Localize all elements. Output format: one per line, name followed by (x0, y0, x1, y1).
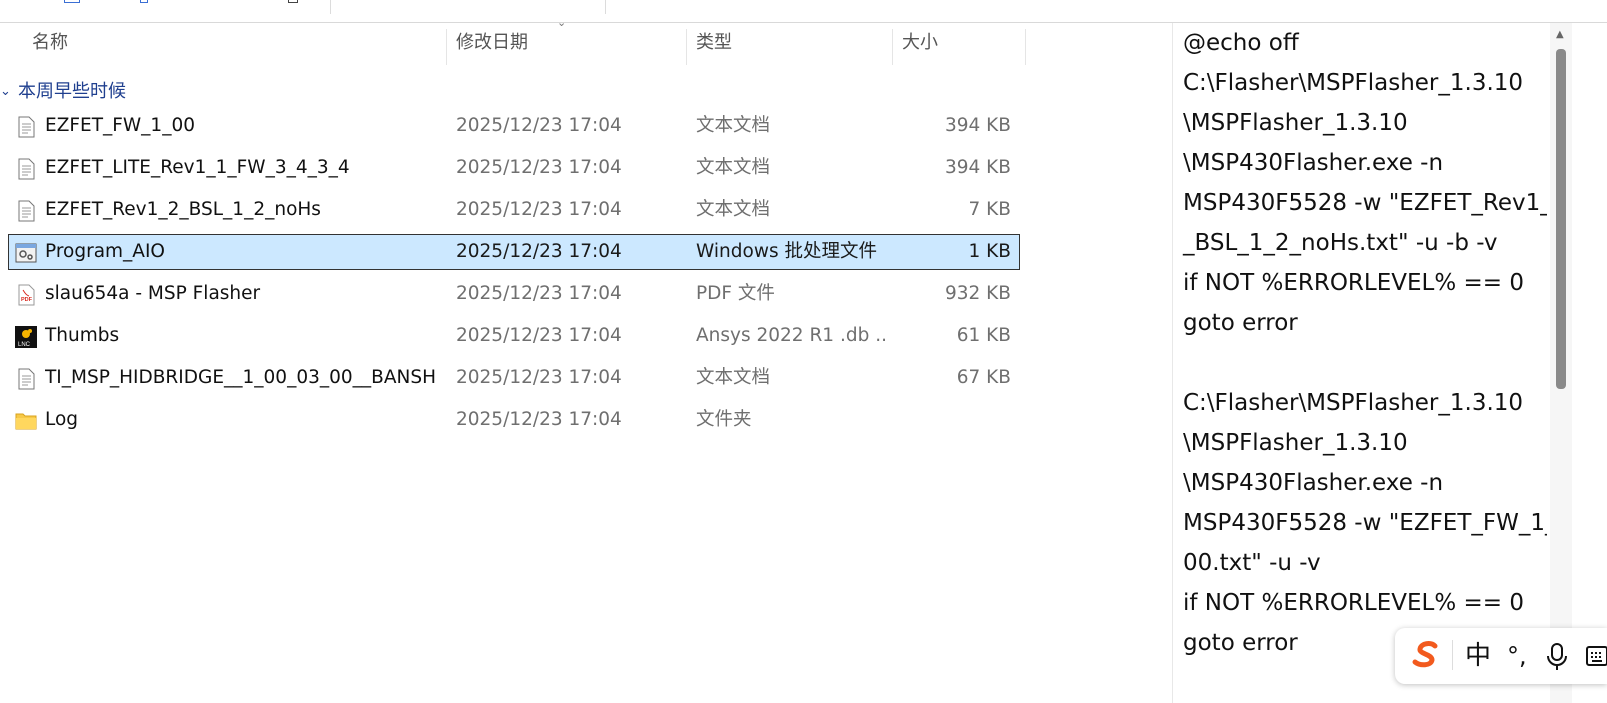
file-row-selected[interactable]: Program_AIO 2025/12/23 17:04 Windows 批处理… (8, 234, 1020, 270)
punctuation-toggle[interactable]: °, (1507, 640, 1527, 672)
preview-line: goto error (1183, 310, 1298, 336)
batch-file-icon (15, 243, 37, 263)
file-name: slau654a - MSP Flasher (45, 283, 261, 304)
ime-divider (1452, 640, 1453, 670)
file-type: Windows 批处理文件 (696, 241, 877, 262)
preview-pane[interactable]: @echo off C:\Flasher\MSPFlasher_1.3.10 \… (1172, 23, 1547, 703)
toolbar-icon-fragment[interactable] (288, 0, 298, 3)
column-divider[interactable] (1025, 29, 1026, 65)
text-file-icon (18, 158, 35, 180)
preview-line: C:\Flasher\MSPFlasher_1.3.10 (1183, 70, 1524, 96)
file-name: EZFET_LITE_Rev1_1_FW_3_4_3_4 (45, 157, 350, 178)
file-row[interactable]: TI_MSP_HIDBRIDGE__1_00_03_00__BANSHE... … (8, 360, 1020, 396)
file-type: 文本文档 (696, 367, 771, 388)
toolbar-icon-fragment[interactable] (64, 0, 80, 3)
toolbar-icon-fragment[interactable] (140, 0, 148, 3)
toolbar-strip (0, 0, 1607, 23)
keyboard-icon[interactable] (1585, 644, 1607, 668)
preview-line: \MSPFlasher_1.3.10 (1183, 110, 1408, 136)
preview-line: if NOT %ERRORLEVEL% == 0 (1183, 590, 1524, 616)
folder-icon (15, 413, 37, 430)
column-header-name[interactable]: 名称 (22, 23, 446, 63)
file-date: 2025/12/23 17:04 (456, 367, 622, 388)
file-size: 1 KB (968, 241, 1011, 262)
preview-line: C:\Flasher\MSPFlasher_1.3.10 (1183, 390, 1524, 416)
preview-line: goto error (1183, 630, 1298, 656)
file-date: 2025/12/23 17:04 (456, 241, 622, 262)
file-size: 932 KB (944, 283, 1011, 304)
file-type: PDF 文件 (696, 283, 775, 304)
svg-text:PDF: PDF (21, 297, 33, 303)
file-date: 2025/12/23 17:04 (456, 199, 622, 220)
file-name: Log (45, 409, 79, 430)
file-date: 2025/12/23 17:04 (456, 157, 622, 178)
preview-line: MSP430F5528 -w "EZFET_Rev1_2 (1183, 190, 1547, 216)
file-type: Ansys 2022 R1 .db ... (696, 325, 886, 346)
file-row[interactable]: EZFET_Rev1_2_BSL_1_2_noHs 2025/12/23 17:… (8, 192, 1020, 228)
input-mode-toggle[interactable]: 中 (1465, 640, 1491, 672)
file-list: 名称 修改日期 类型 大小 ⌄ 本周早些时候 EZFET_FW_1_00 202… (0, 23, 1160, 703)
preview-line: \MSP430Flasher.exe -n (1183, 470, 1444, 496)
file-row[interactable]: Log 2025/12/23 17:04 文件夹 (8, 402, 1020, 438)
toolbar-divider (605, 0, 606, 14)
text-file-icon (18, 368, 35, 390)
file-row[interactable]: EZFET_LITE_Rev1_1_FW_3_4_3_4 2025/12/23 … (8, 150, 1020, 186)
file-row[interactable]: PDF slau654a - MSP Flasher 2025/12/23 17… (8, 276, 1020, 312)
preview-line: if NOT %ERRORLEVEL% == 0 (1183, 270, 1524, 296)
chevron-down-icon[interactable]: ⌄ (0, 77, 16, 107)
preview-line: \MSP430Flasher.exe -n (1183, 150, 1444, 176)
file-row[interactable]: LNC Thumbs 2025/12/23 17:04 Ansys 2022 R… (8, 318, 1020, 354)
ansys-db-icon: LNC (15, 326, 37, 348)
file-size: 394 KB (944, 157, 1011, 178)
file-date: 2025/12/23 17:04 (456, 325, 622, 346)
file-type: 文本文档 (696, 199, 771, 220)
text-file-icon (18, 116, 35, 138)
sogou-logo-icon[interactable] (1409, 638, 1443, 672)
column-header-size[interactable]: 大小 (892, 23, 1022, 63)
microphone-icon[interactable] (1545, 642, 1569, 672)
file-date: 2025/12/23 17:04 (456, 409, 622, 430)
file-name: Thumbs (45, 325, 120, 346)
file-type: 文件夹 (696, 409, 752, 430)
file-size: 67 KB (956, 367, 1011, 388)
file-name: Program_AIO (45, 241, 165, 262)
file-name: EZFET_FW_1_00 (45, 115, 195, 136)
column-header-type[interactable]: 类型 (686, 23, 892, 63)
file-name: EZFET_Rev1_2_BSL_1_2_noHs (45, 199, 321, 220)
file-type: 文本文档 (696, 157, 771, 178)
preview-line: @echo off (1183, 30, 1299, 56)
preview-line: \MSPFlasher_1.3.10 (1183, 430, 1408, 456)
pdf-file-icon: PDF (18, 284, 35, 306)
toolbar-divider (330, 0, 331, 14)
text-file-icon (18, 200, 35, 222)
scrollbar-thumb[interactable] (1556, 49, 1566, 389)
file-date: 2025/12/23 17:04 (456, 115, 622, 136)
preview-line: _BSL_1_2_noHs.txt" -u -b -v (1183, 230, 1498, 256)
scroll-up-icon[interactable]: ▲ (1556, 29, 1564, 40)
file-date: 2025/12/23 17:04 (456, 283, 622, 304)
file-row[interactable]: EZFET_FW_1_00 2025/12/23 17:04 文本文档 394 … (8, 108, 1020, 144)
column-header-date[interactable]: 修改日期 (446, 23, 686, 63)
file-size: 61 KB (956, 325, 1011, 346)
svg-text:LNC: LNC (18, 342, 31, 348)
preview-scrollbar[interactable]: ▲ (1550, 23, 1572, 703)
file-name: TI_MSP_HIDBRIDGE__1_00_03_00__BANSHE... (45, 367, 435, 388)
preview-line: 00.txt" -u -v (1183, 550, 1321, 576)
group-label: 本周早些时候 (18, 81, 126, 102)
preview-line: MSP430F5528 -w "EZFET_FW_1_ (1183, 510, 1547, 536)
file-type: 文本文档 (696, 115, 771, 136)
ime-toolbar: 中 °, (1395, 628, 1607, 684)
file-size: 7 KB (968, 199, 1011, 220)
file-size: 394 KB (944, 115, 1011, 136)
